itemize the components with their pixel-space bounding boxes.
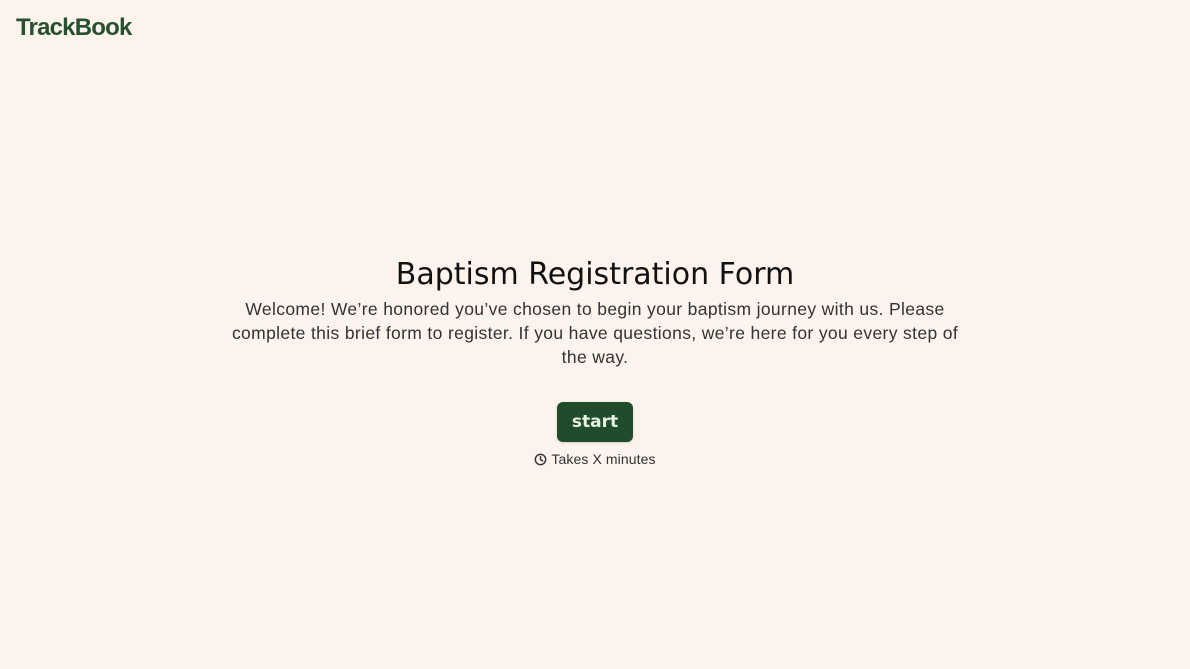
- trackbook-logo[interactable]: TrackBook: [16, 12, 132, 44]
- start-button[interactable]: start: [557, 402, 633, 442]
- form-intro: Baptism Registration Form Welcome! We’re…: [0, 254, 1190, 468]
- page-title: Baptism Registration Form: [395, 257, 795, 292]
- welcome-message: Welcome! We’re honored you’ve chosen to …: [231, 299, 959, 367]
- duration-estimate: Takes X minutes: [0, 450, 1190, 468]
- duration-text: Takes X minutes: [551, 451, 656, 467]
- clock-icon: [534, 453, 547, 466]
